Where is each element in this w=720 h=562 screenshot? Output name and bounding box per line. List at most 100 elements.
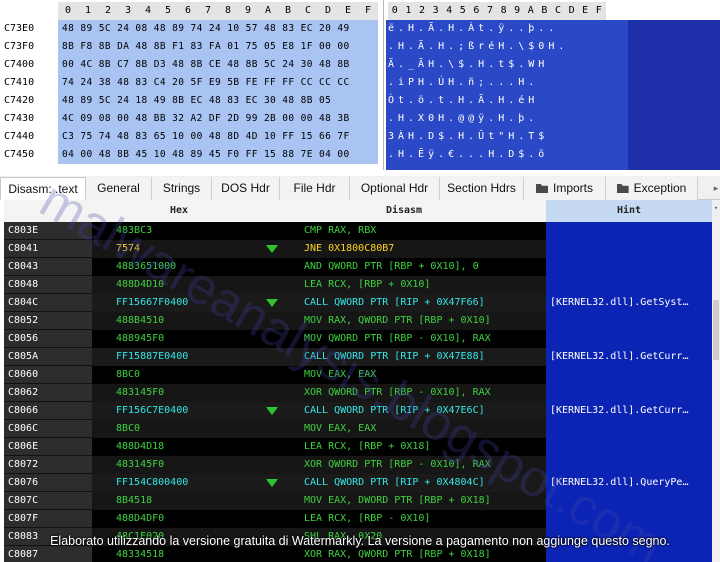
row-disasm: CALL QWORD PTR [RIP + 0X47E88] — [304, 351, 485, 362]
tab-exception[interactable]: Exception — [606, 177, 698, 200]
table-row[interactable]: C8072 483145F0 XOR QWORD PTR [RBP - 0X10],… — [4, 456, 712, 474]
ascii-col-B: B — [537, 2, 552, 20]
tab-file-hdr[interactable]: File Hdr — [280, 177, 350, 200]
scroll-thumb[interactable] — [713, 300, 719, 360]
row-hint — [546, 330, 712, 348]
hex-dump-pane[interactable]: 0123456789ABCDEF C73E0 48 89 5C 24 08 48 … — [0, 0, 384, 170]
table-row[interactable]: C8060 8BC0 MOV EAX, EAX — [4, 366, 712, 384]
hex-col-F: F — [358, 2, 378, 20]
table-row[interactable]: C806E 488D4D18 LEA RCX, [RBP + 0X18] — [4, 438, 712, 456]
tab-imports[interactable]: Imports — [524, 177, 606, 200]
hex-row-bytes[interactable]: 48 89 5C 24 18 49 8B EC 48 83 EC 30 48 8… — [58, 92, 378, 110]
header-hint[interactable]: Hint — [546, 200, 712, 222]
table-row[interactable]: C807F 488D4DF0 LEA RCX, [RBP - 0X10] — [4, 510, 712, 528]
jump-arrow-icon[interactable] — [266, 407, 278, 415]
hex-col-E: E — [338, 2, 358, 20]
tab-section-hdrs[interactable]: Section Hdrs — [440, 177, 524, 200]
ascii-dump-pane[interactable]: 0123456789ABCDEF ë.H.Ã.H.Àt.ÿ..þ.. .H.Ã.H… — [386, 0, 720, 170]
table-row[interactable]: C806C 8BC0 MOV EAX, EAX — [4, 420, 712, 438]
hex-col-4: 4 — [138, 2, 158, 20]
row-address: C8056 — [4, 330, 92, 348]
hex-row-bytes[interactable]: 00 4C 8B C7 8B D3 48 8B CE 48 8B 5C 24 3… — [58, 56, 378, 74]
hex-row[interactable]: C7410 74 24 38 48 83 C4 20 5F E9 5B FE FF… — [0, 74, 384, 92]
scroll-up-icon[interactable]: ▾ — [712, 204, 720, 212]
row-disasm: LEA RCX, [RBP + 0X10] — [304, 279, 431, 290]
table-row[interactable]: C8056 488945F0 MOV QWORD PTR [RBP - 0X10],… — [4, 330, 712, 348]
row-hex: FF15887E0400 — [116, 351, 189, 362]
ascii-column-header: 0123456789ABCDEF — [386, 2, 720, 20]
hex-row-bytes[interactable]: C3 75 74 48 83 65 10 00 48 8D 4D 10 FF 1… — [58, 128, 378, 146]
tab-strings[interactable]: Strings — [152, 177, 212, 200]
row-disasm: MOV QWORD PTR [RBP - 0X10], RAX — [304, 333, 491, 344]
tab-optional-hdr[interactable]: Optional Hdr — [350, 177, 440, 200]
table-row[interactable]: C8062 483145F0 XOR QWORD PTR [RBP - 0X10],… — [4, 384, 712, 402]
tab-disasm-text[interactable]: Disasm: .text — [0, 177, 86, 200]
table-row[interactable]: C804C FF15667F0400 CALL QWORD PTR [RIP + 0… — [4, 294, 712, 312]
hex-row-bytes[interactable]: 4C 09 08 00 48 BB 32 A2 DF 2D 99 2B 00 0… — [58, 110, 378, 128]
ascii-col-1: 1 — [401, 2, 416, 20]
hex-col-7: 7 — [198, 2, 218, 20]
hex-row[interactable]: C7400 00 4C 8B C7 8B D3 48 8B CE 48 8B 5C… — [0, 56, 384, 74]
row-address: C8048 — [4, 276, 92, 294]
header-hex[interactable]: Hex — [96, 200, 262, 222]
ascii-row[interactable]: 3ÀH.D$.H.Ût"H.T$ — [388, 128, 548, 146]
hex-row[interactable]: C7440 C3 75 74 48 83 65 10 00 48 8D 4D 10… — [0, 128, 384, 146]
tab-scroll-arrow[interactable]: ▸ — [712, 177, 720, 199]
hex-row-bytes[interactable]: 48 89 5C 24 08 48 89 74 24 10 57 48 83 E… — [58, 20, 378, 38]
tab-dos-hdr[interactable]: DOS Hdr — [212, 177, 280, 200]
hex-row[interactable]: C73E0 48 89 5C 24 08 48 89 74 24 10 57 48… — [0, 20, 384, 38]
hex-row[interactable]: C7420 48 89 5C 24 18 49 8B EC 48 83 EC 30… — [0, 92, 384, 110]
hex-row-address: C73E0 — [4, 23, 35, 34]
row-hex: 7574 — [116, 243, 141, 254]
table-row[interactable]: C8083 48C1E020 SHL RAX, 0X20 — [4, 528, 712, 546]
disasm-grid[interactable]: Hex Disasm Hint C803E 483BC3 CMP RAX, RBX C… — [4, 200, 712, 562]
ascii-row[interactable]: .H.X0H.@@ÿ.H.þ. — [388, 110, 538, 128]
hex-row-address: C7410 — [4, 77, 35, 88]
hex-col-C: C — [298, 2, 318, 20]
ascii-row[interactable]: Òt.ö.t.H.Ã.H.éH — [388, 92, 538, 110]
header-disasm[interactable]: Disasm — [262, 200, 546, 222]
table-row[interactable]: C8076 FF154C800400 CALL QWORD PTR [RIP + 0… — [4, 474, 712, 492]
ascii-row[interactable]: .iPH.ÚH.ñ;...H. — [388, 74, 538, 92]
hex-row-bytes[interactable]: 74 24 38 48 83 C4 20 5F E9 5B FE FF FF C… — [58, 74, 378, 92]
table-row[interactable]: C8052 488B4510 MOV RAX, QWORD PTR [RBP + 0… — [4, 312, 712, 330]
jump-arrow-icon[interactable] — [266, 479, 278, 487]
hex-row[interactable]: C7430 4C 09 08 00 48 BB 32 A2 DF 2D 99 2B… — [0, 110, 384, 128]
table-row[interactable]: C805A FF15887E0400 CALL QWORD PTR [RIP + 0… — [4, 348, 712, 366]
row-disasm: AND QWORD PTR [RBP + 0X10], 0 — [304, 261, 479, 272]
table-row[interactable]: C8066 FF156C7E0400 CALL QWORD PTR [RIP + 0… — [4, 402, 712, 420]
table-row[interactable]: C803E 483BC3 CMP RAX, RBX — [4, 222, 712, 240]
ascii-row[interactable]: .H.Ã.H.;ßréH.\$0H. — [388, 38, 568, 56]
table-row[interactable]: C8048 488D4D10 LEA RCX, [RBP + 0X10] — [4, 276, 712, 294]
hex-row[interactable]: C7450 04 00 48 8B 45 10 48 89 45 F0 FF 15… — [0, 146, 384, 164]
hex-row[interactable]: C73F0 8B F8 8B DA 48 8B F1 83 FA 01 75 05… — [0, 38, 384, 56]
hex-row-address: C7430 — [4, 113, 35, 124]
ascii-row[interactable]: Ä._ÃH.\$.H.t$.WH — [388, 56, 548, 74]
row-address: C804C — [4, 294, 92, 312]
ascii-col-E: E — [578, 2, 592, 20]
hex-col-8: 8 — [218, 2, 238, 20]
ascii-col-2: 2 — [415, 2, 429, 20]
hex-row-address: C73F0 — [4, 41, 35, 52]
table-row[interactable]: C807C 8B4518 MOV EAX, DWORD PTR [RBP + 0X1… — [4, 492, 712, 510]
table-row[interactable]: C8043 4883651000 AND QWORD PTR [RBP + 0X10… — [4, 258, 712, 276]
jump-arrow-icon[interactable] — [266, 245, 278, 253]
row-hex: 48C1E020 — [116, 531, 165, 542]
ascii-row[interactable]: ë.H.Ã.H.Àt.ÿ..þ.. — [388, 20, 558, 38]
table-row[interactable]: C8041 7574 JNE 0X1800C80B7 — [4, 240, 712, 258]
row-address: C806C — [4, 420, 92, 438]
hex-row-bytes[interactable]: 04 00 48 8B 45 10 48 89 45 F0 FF 15 88 7… — [58, 146, 378, 164]
tab-label: Strings — [162, 181, 201, 195]
ascii-row[interactable]: .H.Ëÿ.€...H.D$.ö — [388, 146, 548, 164]
row-hint — [546, 492, 712, 510]
hex-row-bytes[interactable]: 8B F8 8B DA 48 8B F1 83 FA 01 75 05 E8 1… — [58, 38, 378, 56]
row-hint — [546, 276, 712, 294]
vertical-scrollbar[interactable]: ▾ — [712, 200, 720, 562]
row-hex: 48334518 — [116, 549, 165, 560]
jump-arrow-icon[interactable] — [266, 299, 278, 307]
row-address: C807C — [4, 492, 92, 510]
table-row[interactable]: C8087 48334518 XOR RAX, QWORD PTR [RBP + 0… — [4, 546, 712, 562]
hex-column-header: 0123456789ABCDEF — [0, 2, 384, 20]
tab-general[interactable]: General — [86, 177, 152, 200]
row-hex: 488D4DF0 — [116, 513, 165, 524]
